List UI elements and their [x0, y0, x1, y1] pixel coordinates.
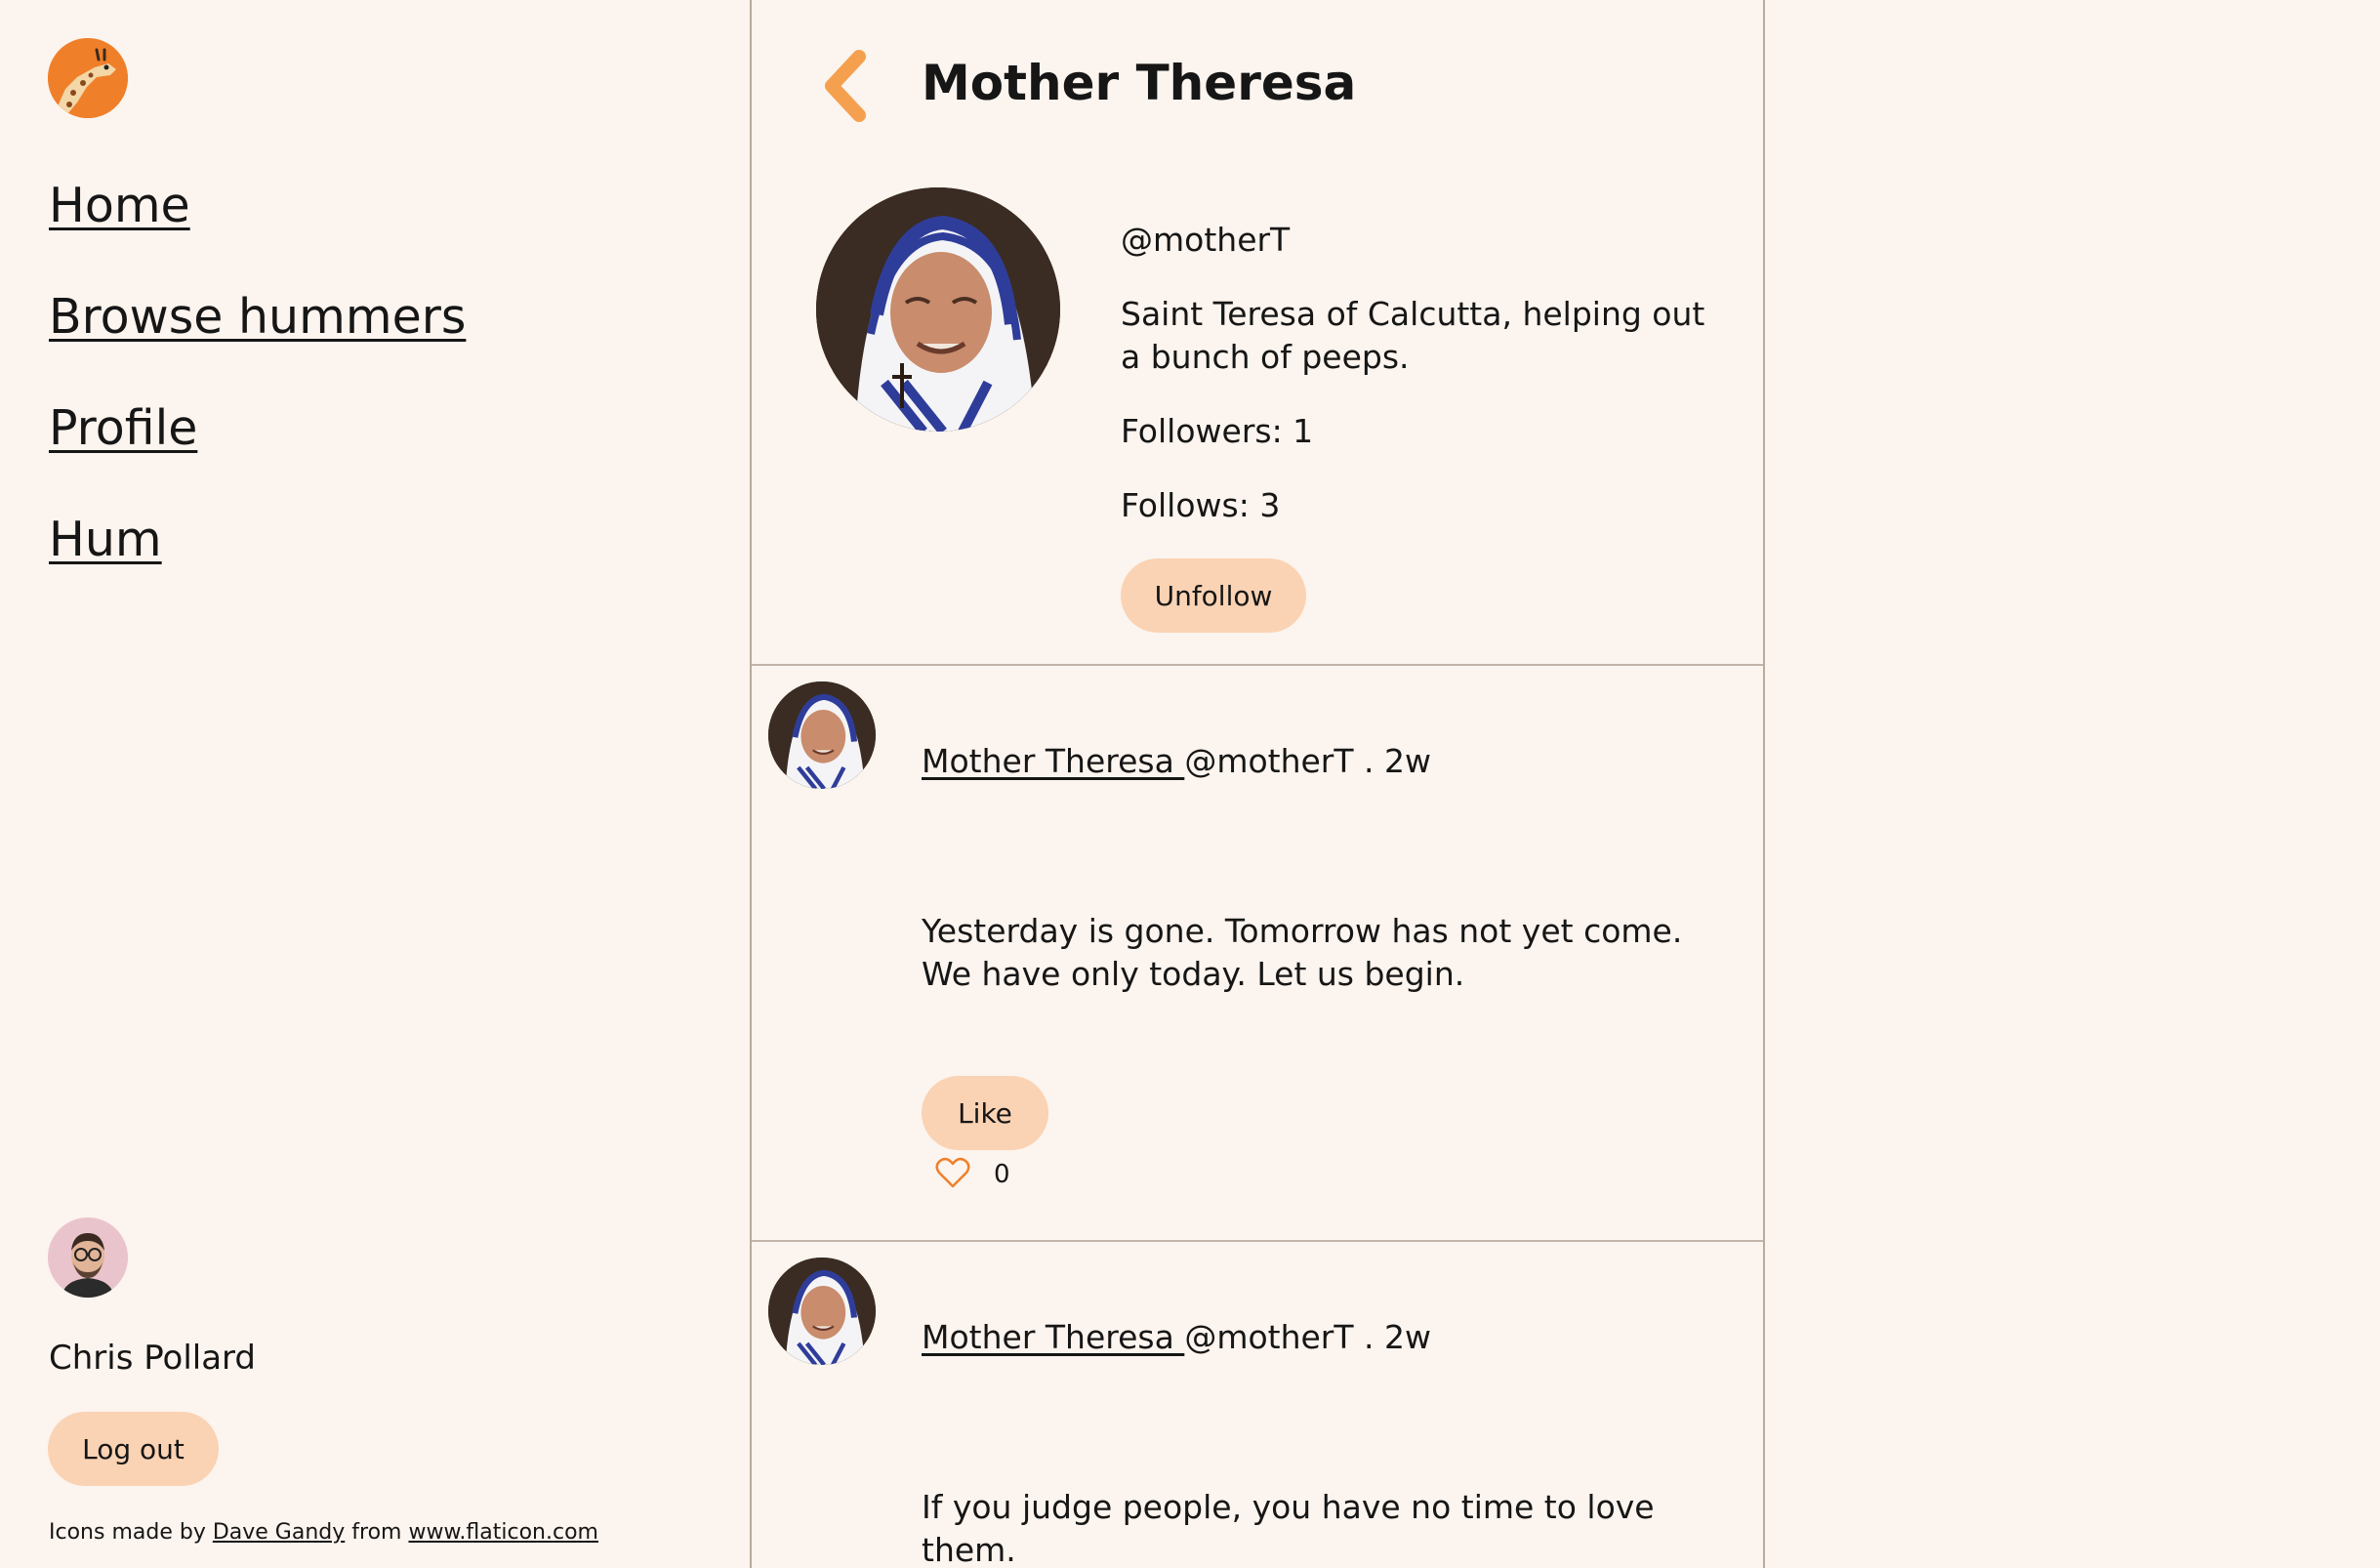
credits-prefix: Icons made by: [49, 1520, 213, 1545]
nav-link-hum[interactable]: Hum: [49, 512, 466, 568]
hum-post: Mother Theresa @motherT . 2w Yesterday i…: [752, 666, 1763, 1242]
nav-link-browse-hummers[interactable]: Browse hummers: [49, 289, 466, 346]
hum-post: Mother Theresa @motherT . 2w If you judg…: [752, 1242, 1763, 1568]
main-column: Mother Theresa @motherT Saint Teresa of …: [750, 0, 1765, 1568]
profile-bio: Saint Teresa of Calcutta, helping out a …: [1121, 295, 1705, 376]
credits-site-link[interactable]: www.flaticon.com: [408, 1520, 598, 1545]
heart-icon[interactable]: [935, 1156, 970, 1189]
follows-count: Follows: 3: [1121, 486, 1281, 524]
post-author-avatar[interactable]: [768, 1258, 876, 1365]
user-name: Chris Pollard: [49, 1339, 257, 1378]
like-button[interactable]: Like: [922, 1076, 1048, 1150]
main-nav: Home Browse hummers Profile Hum: [49, 178, 466, 623]
user-avatar: [48, 1217, 128, 1298]
post-author-link[interactable]: Mother Theresa: [922, 1318, 1184, 1356]
profile-handle: @motherT: [1121, 221, 1291, 259]
followers-count: Followers: 1: [1121, 412, 1314, 450]
post-text: Yesterday is gone. Tomorrow has not yet …: [922, 912, 1683, 993]
nav-link-profile[interactable]: Profile: [49, 400, 466, 457]
sidebar: Home Browse hummers Profile Hum Chris Po…: [0, 0, 750, 1568]
post-text: If you judge people, you have no time to…: [922, 1488, 1655, 1568]
post-author-link[interactable]: Mother Theresa: [922, 742, 1184, 780]
post-author-avatar[interactable]: [768, 681, 876, 789]
credits-middle: from: [345, 1520, 409, 1545]
icon-credits: Icons made by Dave Gandy from www.flatic…: [49, 1519, 598, 1547]
post-meta: Mother Theresa @motherT . 2w: [922, 742, 1431, 781]
profile-avatar: [816, 187, 1060, 432]
credits-author-link[interactable]: Dave Gandy: [213, 1520, 345, 1545]
chevron-left-icon[interactable]: [820, 49, 871, 123]
unfollow-button[interactable]: Unfollow: [1121, 558, 1306, 633]
post-handle-time: @motherT . 2w: [1184, 742, 1431, 780]
like-count: 0: [994, 1160, 1010, 1189]
profile-header: Mother Theresa @motherT Saint Teresa of …: [752, 0, 1763, 666]
page-title: Mother Theresa: [922, 55, 1357, 111]
logout-button[interactable]: Log out: [48, 1412, 219, 1486]
post-meta: Mother Theresa @motherT . 2w: [922, 1318, 1431, 1357]
post-handle-time: @motherT . 2w: [1184, 1318, 1431, 1356]
nav-link-home[interactable]: Home: [49, 178, 466, 234]
giraffe-logo-icon[interactable]: [48, 38, 128, 118]
